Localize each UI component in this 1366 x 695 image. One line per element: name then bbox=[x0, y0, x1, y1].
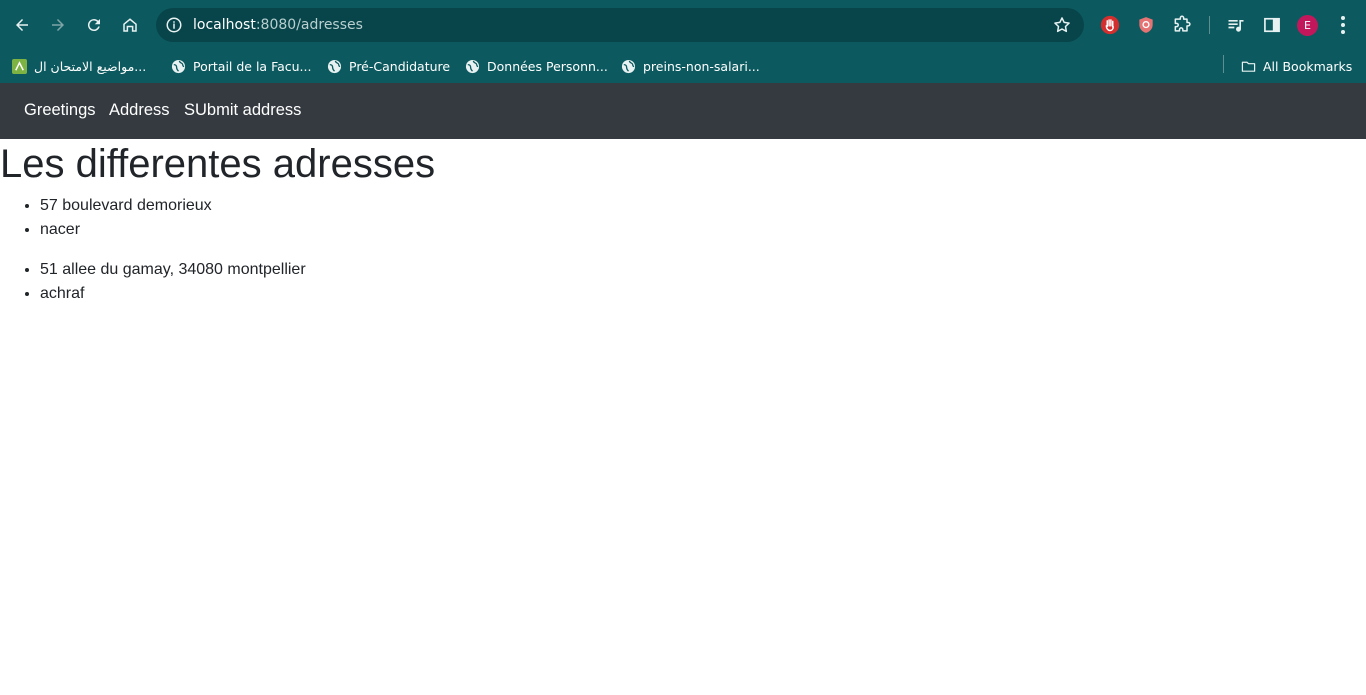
globe-icon bbox=[465, 59, 480, 73]
bookmark-item[interactable]: Portail de la Facu... bbox=[171, 54, 311, 78]
address-line: 51 allee du gamay, 34080 montpellier bbox=[40, 258, 306, 282]
back-button[interactable] bbox=[9, 12, 35, 38]
forward-button[interactable] bbox=[45, 12, 71, 38]
bookmark-item[interactable]: Données Personn... bbox=[465, 54, 608, 78]
all-bookmarks-label: All Bookmarks bbox=[1263, 58, 1353, 74]
bookmark-label: Portail de la Facu... bbox=[193, 58, 312, 74]
bookmark-label: مواضيع الامتحان ال... bbox=[34, 58, 147, 74]
site-navbar: Greetings Address SUbmit address bbox=[0, 83, 1366, 139]
green-site-icon bbox=[12, 58, 27, 74]
bookmark-item[interactable]: مواضيع الامتحان ال... bbox=[12, 54, 146, 78]
bookmarks-bar: مواضيع الامتحان ال... Portail de la Facu… bbox=[0, 50, 1366, 83]
address-bar[interactable]: localhost:8080/adresses bbox=[156, 8, 1084, 42]
menu-dot-icon bbox=[1341, 16, 1345, 20]
info-icon[interactable] bbox=[165, 16, 183, 34]
shield-extension-button[interactable] bbox=[1134, 13, 1158, 37]
url-text[interactable]: localhost:8080/adresses bbox=[193, 17, 363, 33]
address-line: 57 boulevard demorieux bbox=[40, 194, 212, 218]
bookmarks-separator bbox=[1223, 55, 1224, 73]
address-name: achraf bbox=[40, 282, 306, 306]
playlist-music-icon bbox=[1228, 20, 1244, 32]
globe-icon bbox=[171, 59, 186, 73]
all-bookmarks-button[interactable]: All Bookmarks bbox=[1241, 54, 1352, 78]
arrow-left-icon bbox=[16, 19, 28, 31]
bookmark-label: Pré-Candidature bbox=[349, 58, 451, 74]
page-title: Les differentes adresses bbox=[0, 142, 436, 186]
nav-link-greetings[interactable]: Greetings bbox=[24, 101, 96, 120]
bookmark-item[interactable]: preins-non-salari... bbox=[621, 54, 760, 78]
menu-dot-icon bbox=[1341, 23, 1345, 27]
media-controls-button[interactable] bbox=[1224, 13, 1248, 37]
url-host: localhost bbox=[193, 17, 256, 33]
side-panel-button[interactable] bbox=[1260, 13, 1284, 37]
address-entry: 51 allee du gamay, 34080 montpellier ach… bbox=[40, 258, 306, 306]
reload-icon bbox=[87, 19, 100, 32]
red-hand-icon bbox=[1100, 15, 1120, 35]
browser-menu-button[interactable] bbox=[1333, 14, 1353, 36]
arrow-right-icon bbox=[52, 19, 64, 31]
menu-dot-icon bbox=[1341, 30, 1345, 34]
shield-icon bbox=[1139, 17, 1153, 33]
bookmark-item[interactable]: Pré-Candidature bbox=[327, 54, 450, 78]
puzzle-icon bbox=[1174, 15, 1191, 32]
extensions-button[interactable] bbox=[1170, 13, 1194, 37]
bookmark-star-icon[interactable] bbox=[1052, 15, 1072, 35]
nav-link-submit-address[interactable]: SUbmit address bbox=[184, 101, 301, 120]
side-panel-icon bbox=[1264, 17, 1280, 33]
toolbar-separator bbox=[1209, 16, 1210, 34]
browser-toolbar: localhost:8080/adresses E bbox=[0, 0, 1366, 50]
bookmark-label: Données Personn... bbox=[487, 58, 608, 74]
home-icon bbox=[123, 18, 137, 32]
reload-button[interactable] bbox=[81, 12, 107, 38]
profile-avatar[interactable]: E bbox=[1297, 15, 1318, 36]
nav-link-address[interactable]: Address bbox=[109, 101, 170, 120]
folder-icon bbox=[1241, 61, 1256, 72]
browser-chrome: localhost:8080/adresses E مواضيع الامتحا… bbox=[0, 0, 1366, 83]
ublock-extension-button[interactable] bbox=[1098, 13, 1122, 37]
globe-icon bbox=[621, 59, 636, 73]
globe-icon bbox=[327, 59, 342, 73]
url-path: :8080/adresses bbox=[255, 17, 363, 33]
address-name: nacer bbox=[40, 218, 212, 242]
address-entry: 57 boulevard demorieux nacer bbox=[40, 194, 212, 242]
home-button[interactable] bbox=[117, 12, 143, 38]
bookmark-label: preins-non-salari... bbox=[643, 58, 760, 74]
